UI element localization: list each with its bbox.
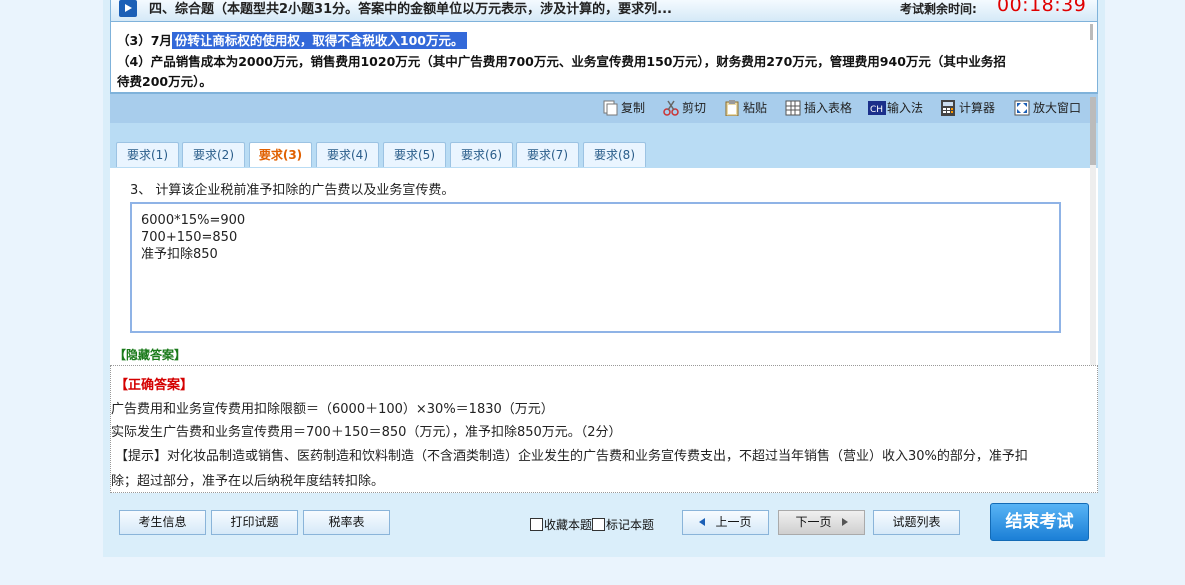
answer-hint: 【提示】对化妆品制造或销售、医药制造和饮料制造（不含酒类制造）企业发生的广告费和…: [115, 449, 1028, 464]
answer-line: 6000*15%=900: [141, 213, 246, 228]
insert-table-button[interactable]: 插入表格: [785, 99, 852, 116]
tab-requirement-3[interactable]: 要求(3): [249, 142, 312, 167]
calculator-label: 计算器: [959, 101, 996, 115]
content-scrollbar[interactable]: [1090, 97, 1096, 365]
answer-line-2: 实际发生广告费和业务宣传费用＝700＋150＝850（万元），准予扣除850万元…: [111, 425, 622, 440]
maximize-icon: [1014, 100, 1030, 116]
copy-icon: [602, 100, 618, 116]
cut-label: 剪切: [682, 101, 707, 115]
student-info-button[interactable]: 考生信息: [119, 510, 206, 535]
answer-line-1: 广告费用和业务宣传费用扣除限额＝（6000＋100）×30%＝1830（万元）: [111, 402, 554, 417]
next-page-button[interactable]: 下一页: [778, 510, 865, 535]
requirement-tabs: 要求(1) 要求(2) 要求(3) 要求(4) 要求(5) 要求(6) 要求(7…: [110, 123, 1098, 168]
tab-requirement-7[interactable]: 要求(7): [516, 142, 579, 167]
table-icon: [785, 100, 801, 116]
copy-label: 复制: [621, 101, 646, 115]
arrow-left-icon: [699, 518, 706, 526]
mark-checkbox[interactable]: 标记本题: [592, 516, 654, 533]
question-line-4b: 待费200万元）。: [117, 74, 212, 89]
mark-label: 标记本题: [606, 518, 655, 532]
question-line-4: （4）产品销售成本为2000万元，销售费用1020万元（其中广告费用700万元、…: [117, 54, 1006, 69]
tab-requirement-1[interactable]: 要求(1): [116, 142, 179, 167]
editor-toolbar: 复制 剪切 粘贴 插入表格 CH 输入法 计算器 放大窗口: [110, 93, 1098, 124]
question-list-button[interactable]: 试题列表: [873, 510, 960, 535]
scissors-icon: [663, 100, 679, 116]
paste-button[interactable]: 粘贴: [724, 99, 767, 116]
tab-requirement-2[interactable]: 要求(2): [182, 142, 245, 167]
exam-timer: 00:18:39: [997, 0, 1087, 16]
tab-requirement-6[interactable]: 要求(6): [450, 142, 513, 167]
scrollbar-thumb[interactable]: [1090, 97, 1096, 165]
tab-requirement-8[interactable]: 要求(8): [583, 142, 646, 167]
question-scrollbar[interactable]: [1090, 24, 1093, 40]
question-text-area[interactable]: （3）7月 份转让商标权的使用权，取得不含税收入100万元。 （4）产品销售成本为…: [110, 22, 1098, 93]
correct-answer-block: 【正确答案】 广告费用和业务宣传费用扣除限额＝（6000＋100）×30%＝18…: [110, 365, 1098, 493]
arrow-right-icon: [841, 518, 848, 526]
hide-answer-link[interactable]: 【隐藏答案】: [114, 346, 186, 363]
selected-text: 份转让商标权的使用权，取得不含税收入100万元。: [171, 32, 467, 49]
input-method-label: 输入法: [887, 101, 924, 115]
paste-label: 粘贴: [743, 101, 768, 115]
answer-line: 准予扣除850: [141, 247, 218, 262]
prev-page-button[interactable]: 上一页: [682, 510, 769, 535]
input-method-icon: CH: [868, 100, 886, 116]
tax-table-button[interactable]: 税率表: [303, 510, 390, 535]
correct-answer-label: 【正确答案】: [115, 378, 194, 393]
next-label: 下一页: [795, 515, 832, 529]
checkbox-box[interactable]: [530, 518, 543, 531]
play-icon[interactable]: [119, 0, 137, 17]
question-line-3-prefix: （3）7月: [117, 33, 172, 48]
calculator-icon: [940, 99, 956, 116]
bookmark-checkbox[interactable]: 收藏本题: [530, 516, 592, 533]
print-button[interactable]: 打印试题: [211, 510, 298, 535]
insert-table-label: 插入表格: [804, 101, 853, 115]
section-header: 四、综合题（本题型共2小题31分。答案中的金额单位以万元表示，涉及计算的，要求列…: [110, 0, 1098, 22]
prev-label: 上一页: [715, 515, 752, 529]
input-method-button[interactable]: CH 输入法: [868, 99, 923, 116]
maximize-window-button[interactable]: 放大窗口: [1014, 99, 1081, 116]
answer-line: 700+150=850: [141, 230, 238, 245]
svg-text:CH: CH: [870, 105, 883, 115]
bookmark-label: 收藏本题: [544, 518, 593, 532]
answer-textarea[interactable]: 6000*15%=900 700+150=850 准予扣除850: [130, 202, 1061, 333]
maximize-label: 放大窗口: [1033, 101, 1082, 115]
timer-label: 考试剩余时间:: [900, 2, 977, 16]
tab-requirement-4[interactable]: 要求(4): [316, 142, 379, 167]
answer-hint-cont: 除；超过部分，准予在以后纳税年度结转扣除。: [111, 474, 385, 489]
checkbox-box[interactable]: [592, 518, 605, 531]
copy-button[interactable]: 复制: [602, 99, 645, 116]
section-title: 四、综合题（本题型共2小题31分。答案中的金额单位以万元表示，涉及计算的，要求列…: [149, 2, 672, 17]
requirement-content: 3、 计算该企业税前准予扣除的广告费以及业务宣传费。 6000*15%=900 …: [110, 168, 1098, 366]
requirement-text: 3、 计算该企业税前准予扣除的广告费以及业务宣传费。: [130, 183, 455, 198]
calculator-button[interactable]: 计算器: [940, 99, 995, 116]
cut-button[interactable]: 剪切: [663, 99, 706, 116]
tab-requirement-5[interactable]: 要求(5): [383, 142, 446, 167]
end-exam-button[interactable]: 结束考试: [990, 503, 1089, 541]
question-line-3: （3）7月 份转让商标权的使用权，取得不含税收入100万元。: [117, 30, 467, 49]
clipboard-icon: [724, 99, 740, 116]
